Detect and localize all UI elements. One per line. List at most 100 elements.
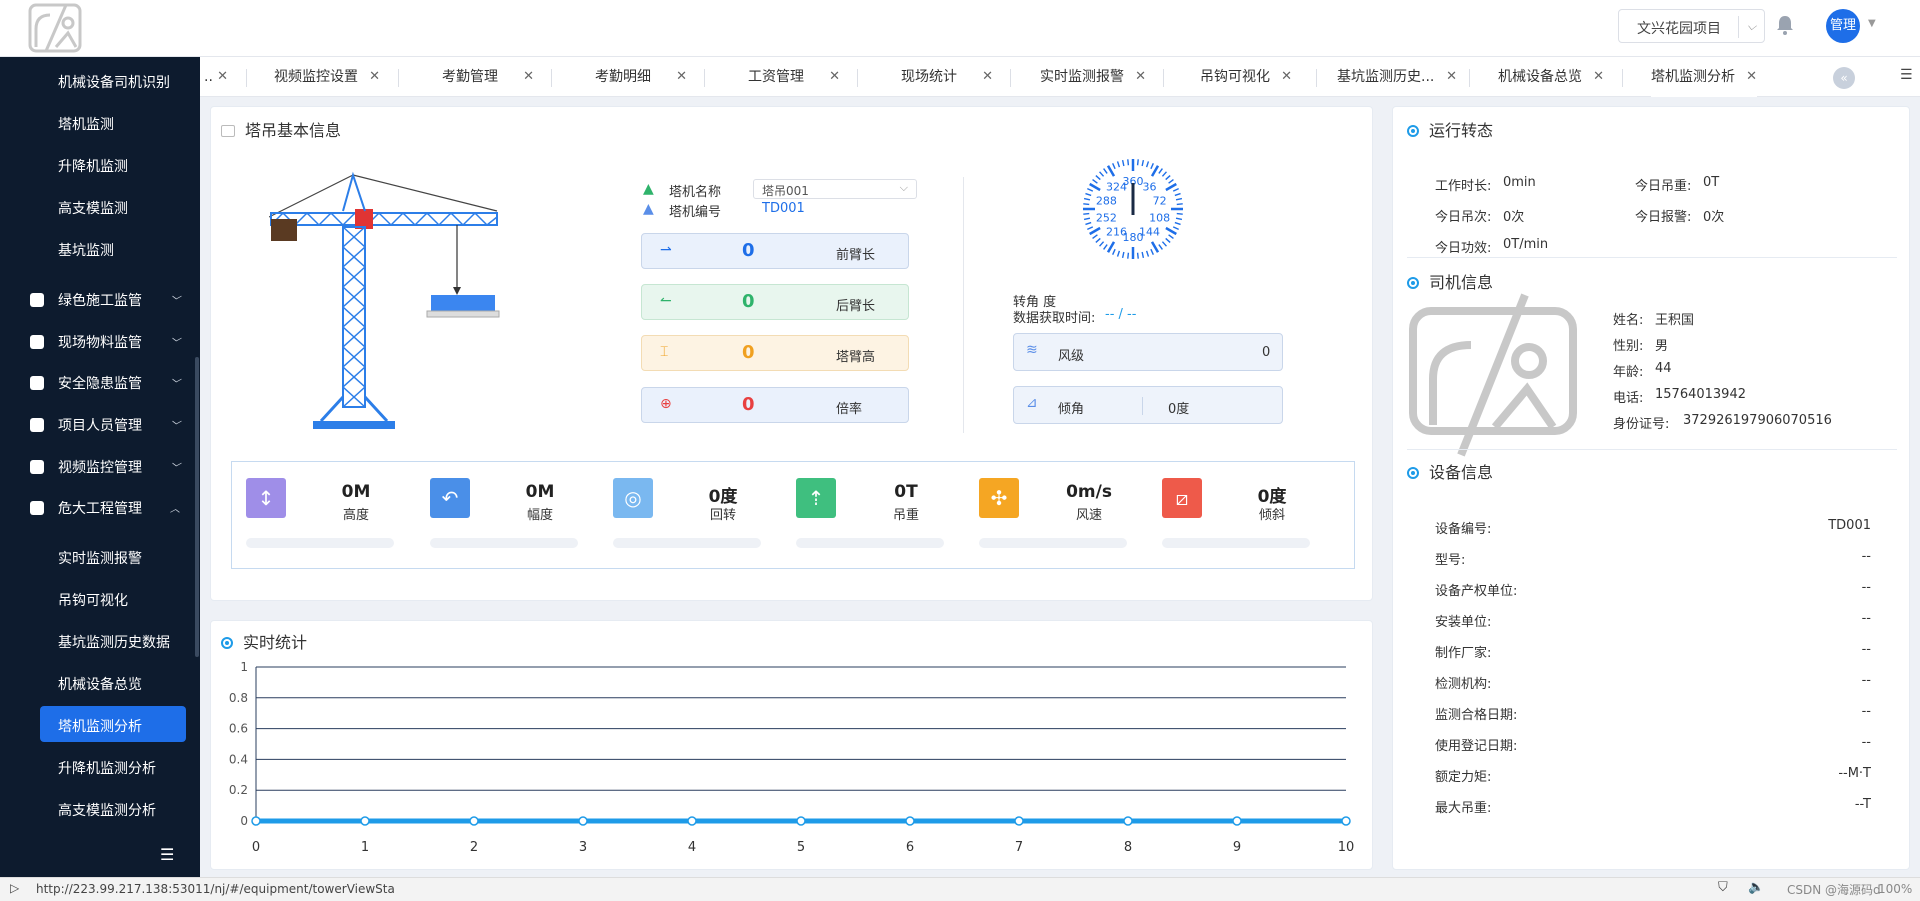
compass-tick	[1099, 171, 1105, 177]
tab-overflow[interactable]: .. ✕	[204, 57, 228, 97]
driver-value: 44	[1655, 361, 1672, 376]
sidebar-item-formwork-monitor[interactable]: 高支模监测	[58, 198, 128, 218]
tower-name-select[interactable]: 塔吊001 ⌵	[753, 179, 917, 199]
tab-attendance-detail[interactable]: 考勤明细 ✕	[595, 57, 687, 97]
project-select[interactable]: 文兴花园项目 ⌵	[1618, 9, 1765, 43]
metric-label: 倾斜	[1258, 508, 1285, 523]
wind-level-box: ≋ 风级 0	[1013, 333, 1283, 371]
sidebar-item-pit-history[interactable]: 基坑监测历史数据	[58, 632, 170, 652]
sidebar-item-pit-monitor[interactable]: 基坑监测	[58, 240, 114, 260]
sidebar-item-lift-analysis[interactable]: 升降机监测分析	[58, 758, 156, 778]
device-value: --	[1861, 642, 1871, 657]
compass-tick	[1150, 248, 1154, 255]
close-icon[interactable]: ✕	[217, 57, 228, 97]
tower-code-label: 塔机编号	[669, 205, 722, 220]
sensor-value: 0	[742, 240, 755, 261]
running-label: 今日功效:	[1435, 241, 1492, 256]
tab-site-stats[interactable]: 现场统计 ✕	[901, 57, 993, 97]
close-icon[interactable]: ✕	[523, 57, 534, 97]
tab-pit-history[interactable]: 基坑监测历史... ✕	[1337, 57, 1457, 97]
compass-tick	[1158, 244, 1163, 250]
tilt-divider	[1142, 397, 1143, 415]
running-label: 今日报警:	[1635, 210, 1692, 225]
bell-icon[interactable]	[1776, 15, 1794, 35]
user-avatar[interactable]: 管理	[1826, 9, 1860, 43]
data-point	[578, 816, 588, 826]
sidebar-item-equipment-overview[interactable]: 机械设备总览	[58, 674, 142, 694]
driver-value: 男	[1655, 339, 1669, 354]
close-icon[interactable]: ✕	[1281, 57, 1292, 97]
tab-equipment-overview[interactable]: 机械设备总览 ✕	[1498, 57, 1604, 97]
watermark-text: CSDN @海源码d	[1787, 883, 1881, 897]
device-value: --	[1861, 735, 1871, 750]
sensor-value: 0	[742, 291, 755, 312]
sidebar-group-hazard[interactable]: 危大工程管理 ︿	[30, 498, 180, 518]
sidebar-group-safety[interactable]: 安全隐患监管 ﹀	[30, 373, 180, 393]
x-tick-label: 5	[797, 840, 805, 855]
realtime-stats-card: 实时统计 1 0.8 0.6 0.4 0.2 0 0 1 2 3 4 5 6 7 8 9 10	[210, 620, 1373, 870]
speaker-icon[interactable]: 🔈	[1748, 880, 1764, 895]
x-tick-label: 1	[361, 840, 369, 855]
sidebar-group-personnel[interactable]: 项目人员管理 ﹀	[30, 415, 180, 435]
chevron-down-icon: ﹀	[170, 421, 180, 432]
sidebar-group-material[interactable]: 现场物料监管 ﹀	[30, 332, 180, 352]
tab-separator	[1469, 69, 1470, 87]
sidebar-item-driver-identify[interactable]: 机械设备司机识别	[58, 72, 170, 92]
compass-tick	[1161, 241, 1167, 247]
user-menu-caret-icon[interactable]: ▼	[1868, 18, 1876, 29]
tab-attendance[interactable]: 考勤管理 ✕	[442, 57, 534, 97]
tab-hook-visual[interactable]: 吊钩可视化 ✕	[1200, 57, 1292, 97]
close-icon[interactable]: ✕	[1746, 57, 1757, 97]
device-value: TD001	[1828, 518, 1871, 533]
device-label: 额定力矩:	[1435, 770, 1492, 785]
sidebar-group-green[interactable]: 绿色施工监管 ﹀	[30, 290, 180, 310]
sidebar-item-realtime-alarm[interactable]: 实时监测报警	[58, 548, 142, 568]
tab-video-settings[interactable]: 视频监控设置 ✕	[274, 57, 380, 97]
tab-tower-analysis[interactable]: 塔机监测分析 ✕	[1651, 57, 1757, 97]
tab-label: 现场统计	[901, 69, 957, 85]
tower-basic-info-card: 塔吊基本信息 ▲ 塔机名称 塔吊001 ⌵ ▲ 塔机编号 TD001 ⇀ 0 前…	[210, 106, 1373, 601]
compass-tick	[1089, 182, 1101, 192]
close-icon[interactable]: ✕	[369, 57, 380, 97]
tabs-menu-icon[interactable]: ☰	[1900, 67, 1913, 83]
close-icon[interactable]: ✕	[1135, 57, 1146, 97]
close-icon[interactable]: ✕	[829, 57, 840, 97]
compass-tick	[1174, 221, 1181, 226]
tab-label: 塔机监测分析	[1651, 69, 1735, 85]
sidebar-item-hook-visual[interactable]: 吊钩可视化	[58, 590, 128, 610]
sidebar-item-tower-analysis[interactable]: 塔机监测分析	[58, 716, 142, 736]
sidebar-scrollbar[interactable]	[195, 357, 199, 657]
close-icon[interactable]: ✕	[1446, 57, 1457, 97]
compass-tick	[1158, 168, 1163, 174]
sidebar-item-tower-monitor[interactable]: 塔机监测	[58, 114, 114, 134]
zoom-level[interactable]: 100%	[1878, 882, 1912, 896]
x-tick-label: 0	[252, 840, 260, 855]
driver-value: 15764013942	[1655, 387, 1746, 402]
close-icon[interactable]: ✕	[982, 57, 993, 97]
sensor-ratio: ⊕ 0 倍率	[641, 387, 909, 423]
tab-realtime-alarm[interactable]: 实时监测报警 ✕	[1040, 57, 1146, 97]
compass-tick	[1103, 244, 1108, 250]
sidebar-item-formwork-analysis[interactable]: 高支模监测分析	[58, 800, 156, 820]
data-point	[360, 816, 370, 826]
sidebar-group-video[interactable]: 视频监控管理 ﹀	[30, 457, 180, 477]
compass-tick	[1083, 212, 1090, 215]
tab-salary[interactable]: 工资管理 ✕	[748, 57, 840, 97]
tabs-scroll-left-icon[interactable]: «	[1833, 67, 1855, 89]
shield-icon[interactable]: ⛉	[1718, 880, 1728, 895]
cube-icon	[30, 460, 44, 474]
data-point	[251, 816, 261, 826]
y-tick-label: 1	[240, 660, 248, 674]
close-icon[interactable]: ✕	[1593, 57, 1604, 97]
device-value: --	[1861, 673, 1871, 688]
compass-mark-label: 324	[1106, 180, 1127, 193]
driver-value: 372926197906070516	[1683, 413, 1832, 428]
menu-collapse-icon[interactable]: ☰	[160, 845, 174, 864]
device-value: --T	[1854, 797, 1871, 812]
sidebar-item-lift-monitor[interactable]: 升降机监测	[58, 156, 128, 176]
running-value: 0次	[1503, 210, 1525, 225]
close-icon[interactable]: ✕	[676, 57, 687, 97]
data-point	[796, 816, 806, 826]
tab-separator	[551, 69, 552, 87]
project-select-divider	[1738, 16, 1739, 38]
